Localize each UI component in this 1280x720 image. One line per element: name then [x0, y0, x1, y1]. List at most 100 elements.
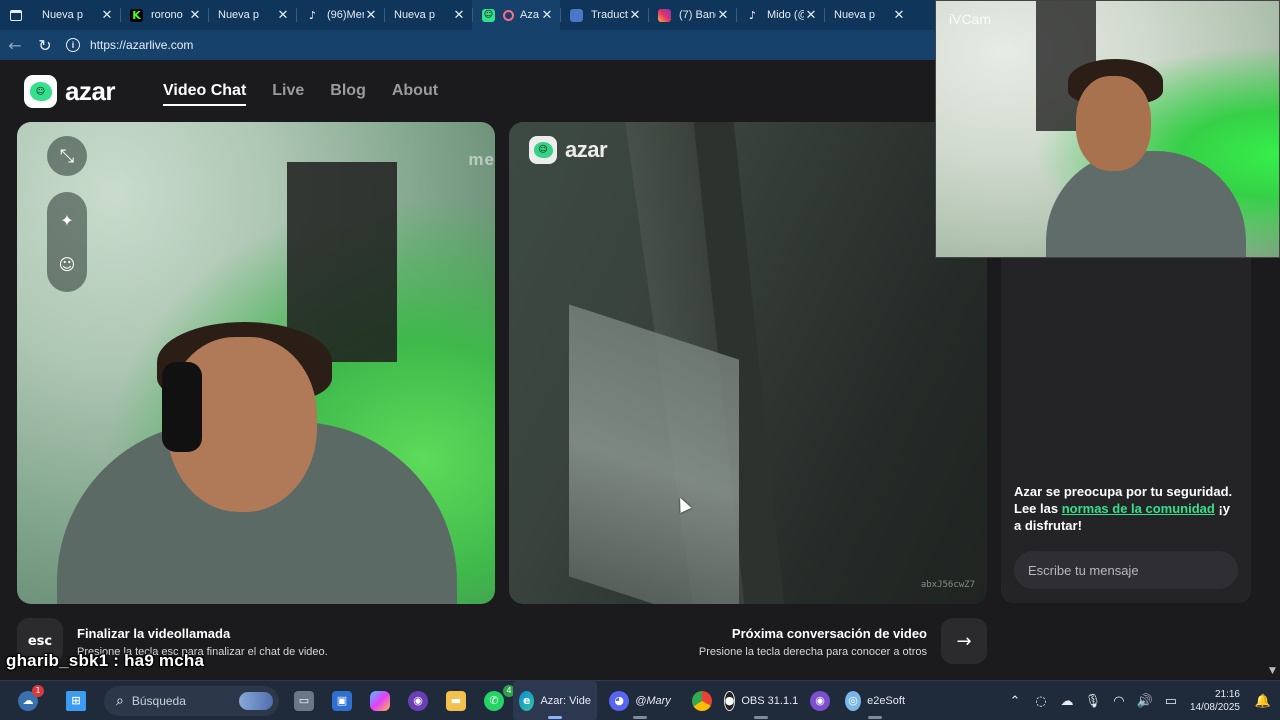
tab-3[interactable]: Nueva p ✕: [208, 0, 296, 30]
task-view-button[interactable]: ▭: [285, 681, 323, 720]
close-icon[interactable]: ✕: [804, 8, 818, 23]
system-tray: ⌃ ◌ ☁ 🎙 ◠ 🔊 ▭ 21:16 14/08/2025 🔔: [1002, 681, 1280, 720]
peer-video: ☺ azar abxJ56cwZ7: [509, 122, 987, 604]
taskbar-app-label: e2eSoft: [867, 694, 905, 707]
volume-icon[interactable]: 🔊: [1132, 694, 1158, 709]
start-button[interactable]: ⊞: [56, 681, 96, 720]
nav-blog[interactable]: Blog: [330, 82, 366, 106]
tab-2[interactable]: K rorono ✕: [120, 0, 208, 30]
chat-username: gharib_sbk1: [6, 651, 109, 670]
tab-4[interactable]: ♪ (96)Men ✕: [296, 0, 384, 30]
store-button[interactable]: ▣: [323, 681, 361, 720]
minimize-video-button[interactable]: ⤡: [47, 136, 87, 176]
system-clock[interactable]: 21:16 14/08/2025: [1190, 688, 1240, 714]
back-button[interactable]: ←: [0, 30, 30, 60]
reload-button[interactable]: ↻: [30, 30, 60, 60]
copilot-button[interactable]: [361, 681, 399, 720]
ivcam-icon: ◎: [845, 690, 862, 711]
tab-9[interactable]: ♪ Mido (@ ✕: [736, 0, 824, 30]
sparkle-icon: ✦: [60, 210, 74, 230]
brand-logo[interactable]: ☺ azar: [24, 75, 116, 108]
tiktok-icon: ♪: [748, 8, 757, 22]
peer-id: abxJ56cwZ7: [920, 580, 975, 590]
tab-1[interactable]: Nueva p ✕: [32, 0, 120, 30]
store-icon: ▣: [332, 690, 352, 711]
url-field[interactable]: i https://azarlive.com: [66, 33, 193, 57]
tab-5[interactable]: Nueva p ✕: [384, 0, 472, 30]
tab-7[interactable]: Traducto ✕: [560, 0, 648, 30]
taskbar-app-e2esoft[interactable]: ◎ e2eSoft: [839, 681, 911, 720]
taskbar-search[interactable]: ⌕ Búsqueda: [104, 685, 279, 716]
file-explorer-button[interactable]: ▬: [437, 681, 475, 720]
close-icon[interactable]: ✕: [540, 8, 554, 23]
recording-icon: [503, 9, 514, 21]
notification-bell-icon[interactable]: 🔔: [1250, 694, 1276, 709]
close-icon[interactable]: ✕: [276, 8, 290, 23]
my-video: ⤡ ✦ ☺ me: [17, 122, 495, 604]
community-guidelines-link[interactable]: normas de la comunidad: [1062, 501, 1215, 516]
obs-icon: ●: [723, 690, 736, 711]
nav-live[interactable]: Live: [272, 82, 304, 106]
tab-10[interactable]: Nueva p ✕: [824, 0, 912, 30]
main-nav: Video Chat Live Blog About: [163, 82, 438, 106]
effects-controls: ✦ ☺: [47, 192, 87, 292]
filters-button[interactable]: ☺: [55, 252, 79, 276]
close-icon[interactable]: ✕: [628, 8, 642, 23]
message-input[interactable]: [1014, 551, 1238, 589]
next-button[interactable]: →: [941, 618, 987, 664]
cloud-icon[interactable]: ☁: [1054, 694, 1080, 709]
tab-title: rorono: [151, 9, 183, 21]
effects-button[interactable]: ✦: [55, 208, 79, 232]
instagram-icon: [658, 8, 671, 22]
tab-8[interactable]: (7) Band ✕: [648, 0, 736, 30]
close-icon[interactable]: ✕: [188, 8, 202, 23]
folder-icon: ▬: [446, 690, 466, 711]
tab-actions-button[interactable]: [0, 0, 32, 30]
chevron-up-icon[interactable]: ⌃: [1002, 694, 1028, 709]
windows-icon: ⊞: [66, 690, 86, 711]
taskbar-app-edge[interactable]: e Azar: Vide: [513, 680, 597, 720]
close-icon[interactable]: ✕: [892, 8, 906, 23]
taskbar-app-discord[interactable]: ◕ @Mary: [597, 681, 683, 720]
close-icon[interactable]: ✕: [100, 8, 114, 23]
weather-widget[interactable]: ☁ 1: [0, 681, 56, 720]
whatsapp-button[interactable]: ✆ 4: [475, 681, 515, 720]
end-call-title: Finalizar la videollamada: [77, 626, 231, 641]
arrow-right-icon: →: [956, 630, 972, 652]
chrome-button[interactable]: [683, 681, 721, 720]
reload-icon: ↻: [38, 35, 52, 55]
battery-icon[interactable]: ▭: [1158, 694, 1184, 709]
azar-logo-icon: ☺: [24, 75, 57, 108]
site-info-icon[interactable]: i: [66, 38, 80, 52]
close-icon[interactable]: ✕: [364, 8, 378, 23]
tray-app-icon[interactable]: ◌: [1028, 694, 1054, 709]
search-placeholder: Búsqueda: [131, 693, 186, 708]
nav-about[interactable]: About: [392, 82, 438, 106]
next-chat-title: Próxima conversación de video: [731, 626, 927, 641]
next-chat-action[interactable]: Próxima conversación de video Presione l…: [699, 618, 987, 664]
ivcam-label: iVCam: [949, 11, 992, 27]
search-highlight-icon: [239, 691, 273, 710]
ivcam-preview: iVCam: [935, 0, 1280, 258]
arrow-left-icon: ←: [8, 35, 22, 55]
taskbar-app-obs[interactable]: ● OBS 31.1.1: [721, 681, 801, 720]
app-purple-button[interactable]: ◉: [399, 681, 437, 720]
azar-logo-icon: ☺: [529, 136, 557, 164]
close-icon[interactable]: ✕: [716, 8, 730, 23]
tab-title: Nueva p: [218, 9, 259, 21]
microphone-icon[interactable]: 🎙: [1080, 694, 1106, 709]
running-indicator: [548, 715, 562, 719]
whatsapp-icon: ✆: [484, 690, 504, 711]
close-icon[interactable]: ✕: [452, 8, 466, 23]
nav-video-chat[interactable]: Video Chat: [163, 82, 247, 106]
chat-panel: Azar se preocupa por tu seguridad. Lee l…: [1001, 198, 1251, 603]
wifi-icon[interactable]: ◠: [1106, 694, 1132, 709]
taskbar-app-label: @Mary: [635, 694, 671, 707]
page-scrollbar[interactable]: ▼: [1266, 258, 1280, 678]
app-purple2-button[interactable]: ◉: [801, 681, 839, 720]
scroll-down-icon[interactable]: ▼: [1269, 666, 1276, 676]
chat-separator: :: [108, 651, 125, 670]
tab-6-active[interactable]: ☺ Aza ✕: [472, 0, 560, 30]
url-text: https://azarlive.com: [90, 38, 194, 52]
running-indicator: [868, 715, 882, 719]
